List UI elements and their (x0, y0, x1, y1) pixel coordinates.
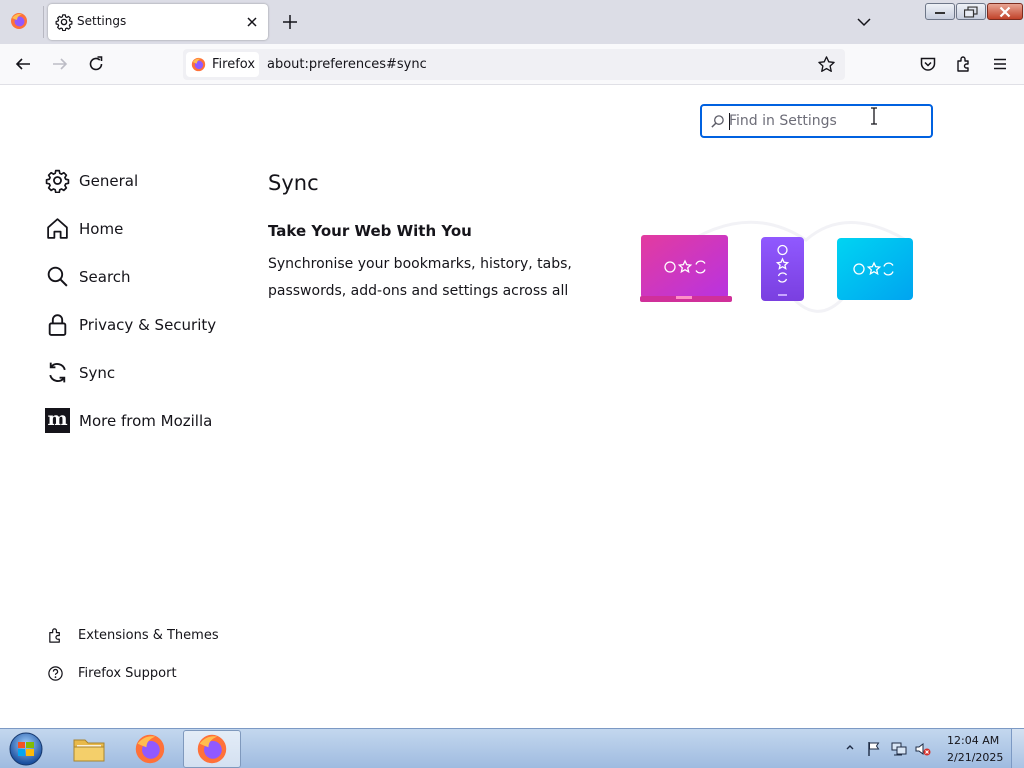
category-general[interactable]: General (45, 166, 255, 196)
action-center-flag-icon[interactable] (866, 741, 882, 757)
category-home[interactable]: Home (45, 214, 255, 244)
minimize-button[interactable] (925, 3, 955, 20)
gear-icon (45, 169, 70, 193)
sync-icon (49, 362, 66, 383)
text-caret (729, 113, 730, 130)
close-tab-icon[interactable] (244, 14, 260, 30)
restore-icon (964, 6, 978, 17)
puzzle-icon (49, 628, 60, 643)
url-text[interactable]: about:preferences#sync (267, 57, 427, 72)
firefox-support-link[interactable]: Firefox Support (47, 663, 247, 685)
new-tab-plus-icon[interactable] (280, 12, 300, 32)
mozilla-logo-icon: m (45, 408, 70, 433)
search-icon (47, 266, 68, 287)
firefox-logo-icon (191, 57, 206, 72)
sync-heading: Take Your Web With You (268, 222, 472, 240)
minimize-icon (935, 11, 945, 14)
clock-time[interactable]: 12:04 AM (947, 734, 999, 747)
category-label: Sync (79, 364, 116, 382)
category-label: Search (79, 268, 131, 286)
windows-start-icon[interactable] (6, 731, 46, 767)
firefox-logo-icon (135, 734, 165, 764)
back-arrow-icon[interactable] (14, 55, 32, 73)
home-icon (47, 218, 68, 239)
footer-link-label: Firefox Support (78, 666, 177, 681)
category-sync[interactable]: Sync (45, 358, 255, 388)
close-icon (999, 6, 1011, 17)
footer-link-label: Extensions & Themes (78, 628, 219, 643)
firefox-logo-icon[interactable] (10, 12, 28, 30)
extensions-puzzle-icon[interactable] (955, 55, 973, 73)
taskbar-file-explorer[interactable] (60, 730, 118, 768)
navigation-toolbar: Firefox about:preferences#sync (0, 44, 1024, 85)
taskbar-firefox[interactable] (121, 730, 179, 768)
category-label: Home (79, 220, 124, 238)
category-search[interactable]: Search (45, 262, 255, 292)
category-more-from-mozilla[interactable]: m More from Mozilla (45, 406, 255, 436)
help-icon (48, 666, 63, 681)
close-window-button[interactable] (987, 3, 1023, 20)
sync-description-line-2: passwords, add-ons and settings across a… (268, 283, 569, 299)
reload-icon[interactable] (87, 55, 105, 73)
sync-description-line-1: Synchronise your bookmarks, history, tab… (268, 256, 572, 272)
pocket-icon[interactable] (919, 55, 937, 73)
search-icon (711, 115, 724, 128)
show-desktop-button[interactable] (1011, 729, 1024, 768)
identity-box[interactable]: Firefox (186, 52, 259, 77)
firefox-logo-icon (197, 734, 227, 764)
identity-label: Firefox (212, 57, 256, 72)
chevron-down-icon[interactable] (855, 13, 873, 31)
category-label: Privacy & Security (79, 316, 217, 334)
category-label: General (79, 172, 139, 190)
lock-icon (48, 314, 67, 336)
taskbar-firefox-active[interactable] (183, 730, 241, 768)
bookmark-star-icon[interactable] (817, 55, 836, 74)
folder-icon (73, 739, 105, 762)
tab-settings[interactable]: Settings (48, 4, 268, 40)
taskbar: 12:04 AM 2/21/2025 (0, 728, 1024, 768)
find-in-settings-search[interactable] (700, 104, 933, 138)
tab-divider (43, 6, 44, 38)
show-hidden-icons-chevron-icon[interactable] (845, 742, 855, 752)
tab-title: Settings (77, 14, 127, 28)
category-privacy-security[interactable]: Privacy & Security (45, 310, 255, 340)
tab-strip: Settings (0, 0, 1024, 44)
restore-button[interactable] (956, 3, 986, 20)
page-title: Sync (268, 171, 319, 195)
gear-icon (55, 14, 73, 31)
volume-muted-icon[interactable] (915, 741, 931, 757)
hamburger-menu-icon[interactable] (991, 55, 1009, 73)
search-input[interactable] (729, 111, 924, 131)
clock-date[interactable]: 2/21/2025 (947, 751, 1003, 764)
mouse-ibeam-cursor-icon (871, 107, 877, 125)
category-label: More from Mozilla (79, 412, 213, 430)
extensions-themes-link[interactable]: Extensions & Themes (47, 625, 247, 647)
url-bar[interactable]: Firefox about:preferences#sync (183, 49, 845, 80)
network-icon[interactable] (891, 741, 907, 757)
sync-devices-illustration (640, 220, 913, 313)
forward-arrow-icon[interactable] (51, 55, 69, 73)
